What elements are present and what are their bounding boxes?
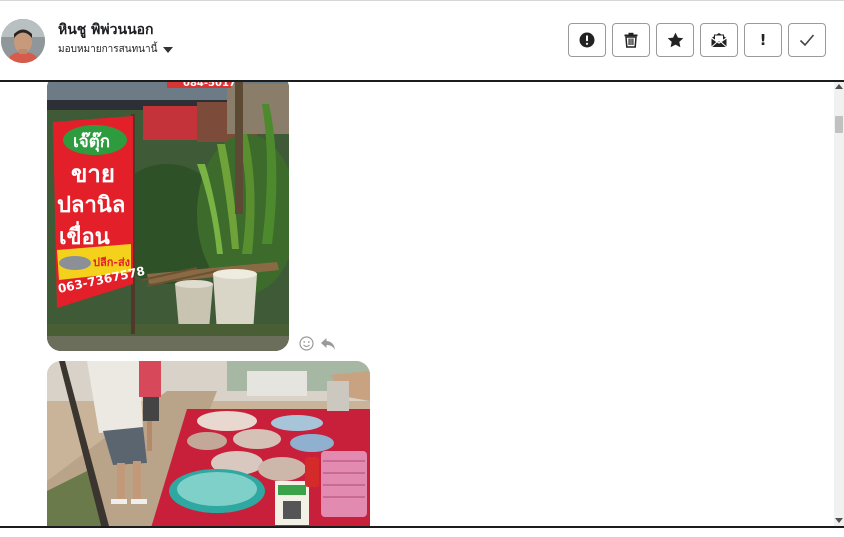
market-stall-photo (47, 361, 370, 526)
follow-up-button[interactable]: ! (744, 23, 782, 57)
reply-icon[interactable] (320, 337, 336, 351)
star-button[interactable] (656, 23, 694, 57)
delete-button[interactable] (612, 23, 650, 57)
emoji-react-icon[interactable] (299, 336, 314, 351)
assign-conversation-dropdown[interactable]: มอบหมายการสนทนานี้ (58, 42, 174, 57)
exclamation-icon: ! (759, 31, 767, 49)
message-thread[interactable]: 084-5017 เจ๊ตุ๊ก ขาย ปลานิล เขื่อน ปลีก-… (0, 82, 834, 526)
sign-line-3: เขื่อน (59, 220, 110, 250)
conversation-header: หินชู พิพ่วนนอก มอบหมายการสนทนานี้ ! (0, 1, 844, 80)
mark-unread-icon (711, 33, 727, 48)
assign-label: มอบหมายการสนทนานี้ (58, 44, 158, 55)
message-actions (299, 336, 336, 351)
fish-shop-sign-photo: 084-5017 เจ๊ตุ๊ก ขาย ปลานิล เขื่อน ปลีก-… (47, 82, 289, 351)
message-image[interactable] (47, 361, 370, 526)
contact-name[interactable]: หินชู พิพ่วนนอก (58, 19, 154, 41)
thread-scrollbar[interactable] (834, 82, 844, 526)
sign-line-2: ปลานิล (57, 193, 125, 218)
spam-button[interactable] (568, 23, 606, 57)
shop-sign: เจ๊ตุ๊ก ขาย ปลานิล เขื่อน ปลีก-ส่ง 063-7… (53, 116, 146, 308)
sign-badge-text: เจ๊ตุ๊ก (73, 132, 110, 152)
top-phone-text: 084-5017 (183, 82, 236, 89)
avatar-photo (1, 19, 45, 63)
star-icon (667, 32, 683, 48)
scroll-down-arrow-icon[interactable] (835, 518, 843, 523)
scroll-up-arrow-icon[interactable] (835, 84, 843, 89)
avatar[interactable] (1, 19, 45, 63)
message-image[interactable]: 084-5017 เจ๊ตุ๊ก ขาย ปลานิล เขื่อน ปลีก-… (47, 82, 289, 351)
mark-unread-button[interactable] (700, 23, 738, 57)
caret-down-icon (163, 47, 174, 53)
sign-line-1: ขาย (71, 160, 115, 188)
check-icon (799, 34, 815, 47)
mark-done-button[interactable] (788, 23, 826, 57)
conversation-actions: ! (568, 23, 826, 57)
trash-icon (624, 32, 638, 48)
scroll-thumb[interactable] (835, 116, 843, 133)
alert-circle-icon (579, 32, 595, 48)
composer-divider (0, 526, 844, 528)
